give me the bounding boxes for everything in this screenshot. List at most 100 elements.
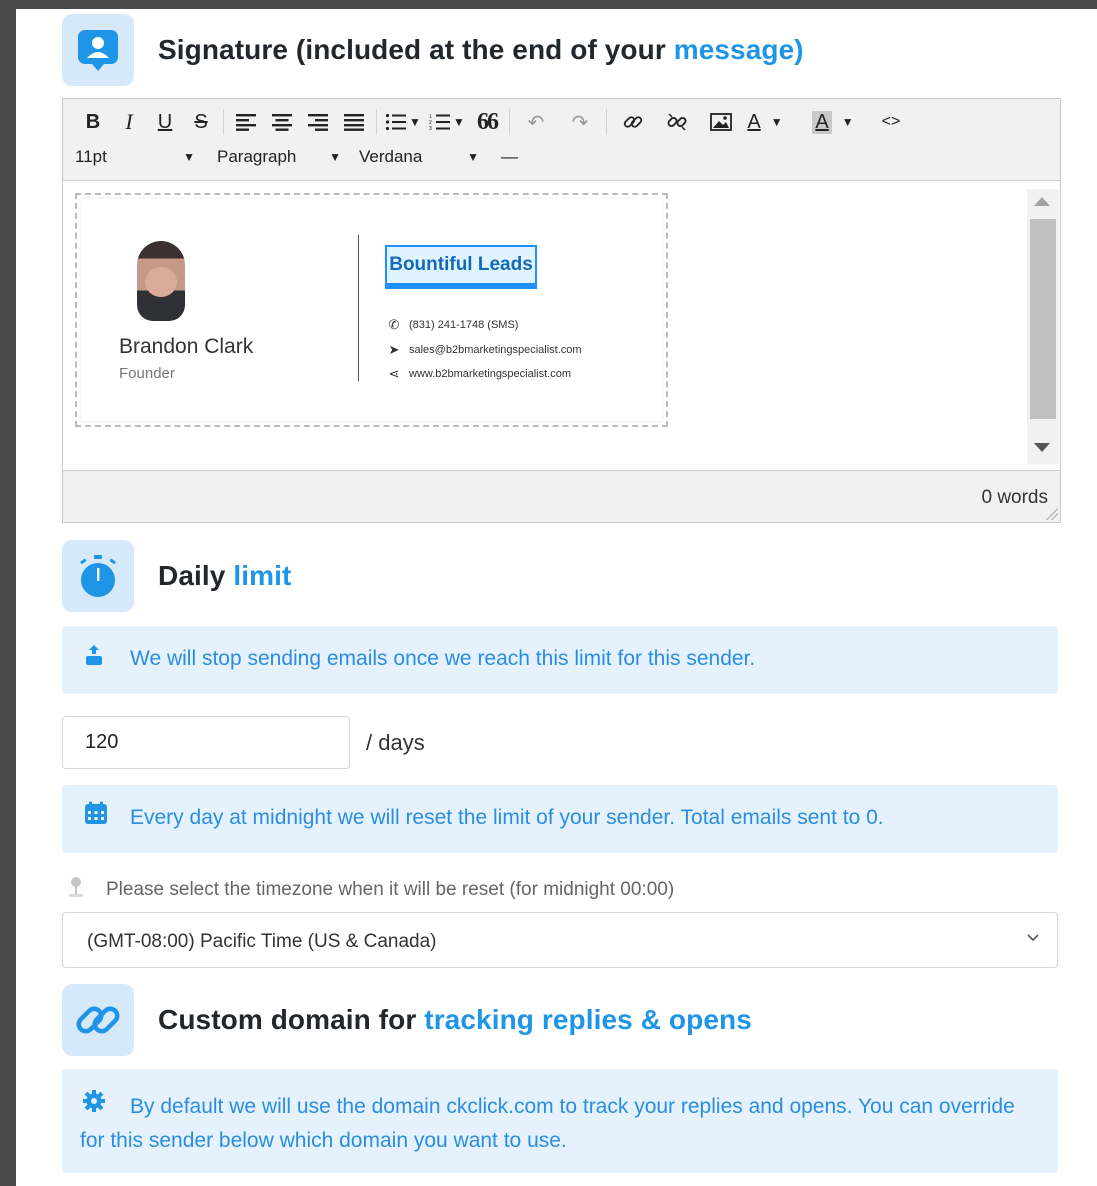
email-text: sales@b2bmarketingspecialist.com	[409, 344, 582, 356]
share-icon: ⋖	[388, 366, 400, 381]
toolbar-separator	[509, 109, 510, 135]
chevron-down-icon: ▼	[770, 115, 783, 129]
align-right-icon	[308, 114, 328, 131]
reset-info-text: Every day at midnight we will reset the …	[130, 806, 884, 829]
scroll-down-icon[interactable]	[1034, 443, 1050, 452]
daily-limit-title-accent: limit	[233, 560, 292, 591]
window-frame-left	[0, 0, 16, 1186]
timezone-label: Please select the timezone when it will …	[106, 879, 675, 900]
undo-button[interactable]: ↶	[514, 109, 558, 135]
reset-info-box: Every day at midnight we will reset the …	[62, 785, 1058, 853]
daily-limit-input[interactable]: 120	[62, 716, 350, 769]
strikethrough-button[interactable]: S	[183, 109, 219, 135]
bold-button[interactable]: B	[75, 109, 111, 135]
background-color-button[interactable]: A ▼	[811, 109, 855, 135]
custom-domain-info-box: By default we will use the domain ckclic…	[62, 1069, 1058, 1173]
align-center-icon	[272, 114, 292, 131]
avatar	[137, 241, 185, 321]
chevron-down-icon	[1027, 929, 1039, 945]
chevron-down-icon: ▼	[467, 150, 479, 164]
signature-website: ⋖ www.b2bmarketingspecialist.com	[385, 366, 571, 382]
bullet-list-icon	[385, 113, 407, 131]
upload-tray-icon	[84, 644, 104, 671]
link-icon	[62, 984, 134, 1056]
font-color-button[interactable]: A ▼	[743, 109, 787, 135]
signature-table: Brandon Clark Founder Bountiful Leads ✆ …	[75, 193, 668, 427]
block-format-select[interactable]: Paragraph ▼	[217, 147, 341, 167]
image-icon	[710, 113, 732, 131]
align-justify-button[interactable]	[336, 109, 372, 135]
stopwatch-icon	[62, 540, 134, 612]
redo-icon: ↷	[571, 111, 589, 134]
resize-handle-icon[interactable]	[1046, 508, 1058, 520]
toolbar-separator	[376, 109, 377, 135]
signature-phone: ✆ (831) 241-1748 (SMS)	[385, 317, 519, 333]
chevron-down-icon: ▼	[409, 115, 421, 129]
signature-card: Brandon Clark Founder Bountiful Leads ✆ …	[81, 199, 662, 421]
user-badge-icon	[62, 14, 134, 86]
background-color-icon: A	[812, 110, 832, 134]
scroll-up-icon[interactable]	[1034, 197, 1050, 206]
bold-label: B	[85, 110, 101, 133]
undo-icon: ↶	[527, 111, 545, 134]
horizontal-rule-icon: —	[501, 147, 518, 166]
signature-section-title: Signature (included at the end of your m…	[158, 34, 804, 66]
timezone-select[interactable]: (GMT-08:00) Pacific Time (US & Canada)	[62, 912, 1058, 968]
editor-content-area[interactable]: Brandon Clark Founder Bountiful Leads ✆ …	[63, 181, 1060, 470]
italic-label: I	[125, 109, 133, 134]
insert-image-button[interactable]	[699, 109, 743, 135]
align-left-button[interactable]	[228, 109, 264, 135]
phone-text: (831) 241-1748 (SMS)	[409, 319, 519, 331]
toolbar-separator	[223, 109, 224, 135]
website-text: www.b2bmarketingspecialist.com	[409, 368, 572, 380]
signature-section-header: Signature (included at the end of your m…	[62, 14, 804, 86]
company-logo: Bountiful Leads	[385, 245, 537, 289]
font-size-select[interactable]: 11pt ▼	[75, 147, 195, 167]
word-count: 0 words	[981, 487, 1048, 508]
bullet-list-button[interactable]: ▼	[381, 109, 425, 135]
blockquote-button[interactable]: 66	[469, 109, 505, 135]
chevron-down-icon: ▼	[841, 115, 854, 129]
send-icon: ➤	[388, 342, 400, 357]
font-size-value: 11pt	[75, 147, 107, 166]
source-code-button[interactable]: <>	[869, 109, 913, 135]
phone-icon: ✆	[388, 317, 400, 332]
per-days-label: / days	[366, 730, 425, 755]
numbered-list-icon: 123	[429, 114, 451, 131]
redo-button[interactable]: ↷	[558, 109, 602, 135]
signature-divider	[358, 235, 359, 381]
underline-label: U	[157, 110, 173, 133]
font-family-select[interactable]: Verdana ▼	[359, 147, 479, 167]
align-right-button[interactable]	[300, 109, 336, 135]
align-center-button[interactable]	[264, 109, 300, 135]
align-justify-icon	[344, 114, 364, 131]
remove-link-button[interactable]	[655, 109, 699, 135]
editor-toolbar: B I U S ▼ 123 ▼ 66 ↶ ↷ A ▼ A ▼ <> 11pt ▼…	[63, 99, 1060, 181]
custom-domain-title-text: Custom domain for	[158, 1004, 417, 1035]
timezone-value: (GMT-08:00) Pacific Time (US & Canada)	[87, 931, 437, 952]
scrollbar-thumb[interactable]	[1030, 219, 1056, 419]
signature-name: Brandon Clark	[119, 335, 254, 358]
window-frame-top	[0, 0, 1097, 9]
font-color-icon: A	[747, 110, 761, 133]
chevron-down-icon: ▼	[183, 150, 195, 164]
calendar-icon	[84, 801, 108, 830]
stop-sending-info-box: We will stop sending emails once we reac…	[62, 626, 1058, 694]
custom-domain-section-title: Custom domain for tracking replies & ope…	[158, 1004, 752, 1036]
underline-button[interactable]: U	[147, 109, 183, 135]
editor-statusbar: 0 words	[63, 470, 1060, 522]
horizontal-rule-button[interactable]: —	[501, 147, 518, 167]
editor-scrollbar[interactable]	[1027, 189, 1059, 464]
numbered-list-button[interactable]: 123 ▼	[425, 109, 469, 135]
unlink-icon	[667, 113, 687, 131]
insert-link-button[interactable]	[611, 109, 655, 135]
italic-button[interactable]: I	[111, 109, 147, 135]
signature-title-text: Signature (included at the end of your	[158, 34, 666, 65]
pin-icon	[68, 876, 84, 903]
daily-limit-section-title: Daily limit	[158, 560, 291, 592]
signature-title-accent: message)	[673, 34, 804, 65]
source-code-icon: <>	[881, 113, 901, 130]
daily-limit-title-text: Daily	[158, 560, 226, 591]
custom-domain-title-accent: tracking replies & opens	[424, 1004, 752, 1035]
toolbar-separator	[606, 109, 607, 135]
